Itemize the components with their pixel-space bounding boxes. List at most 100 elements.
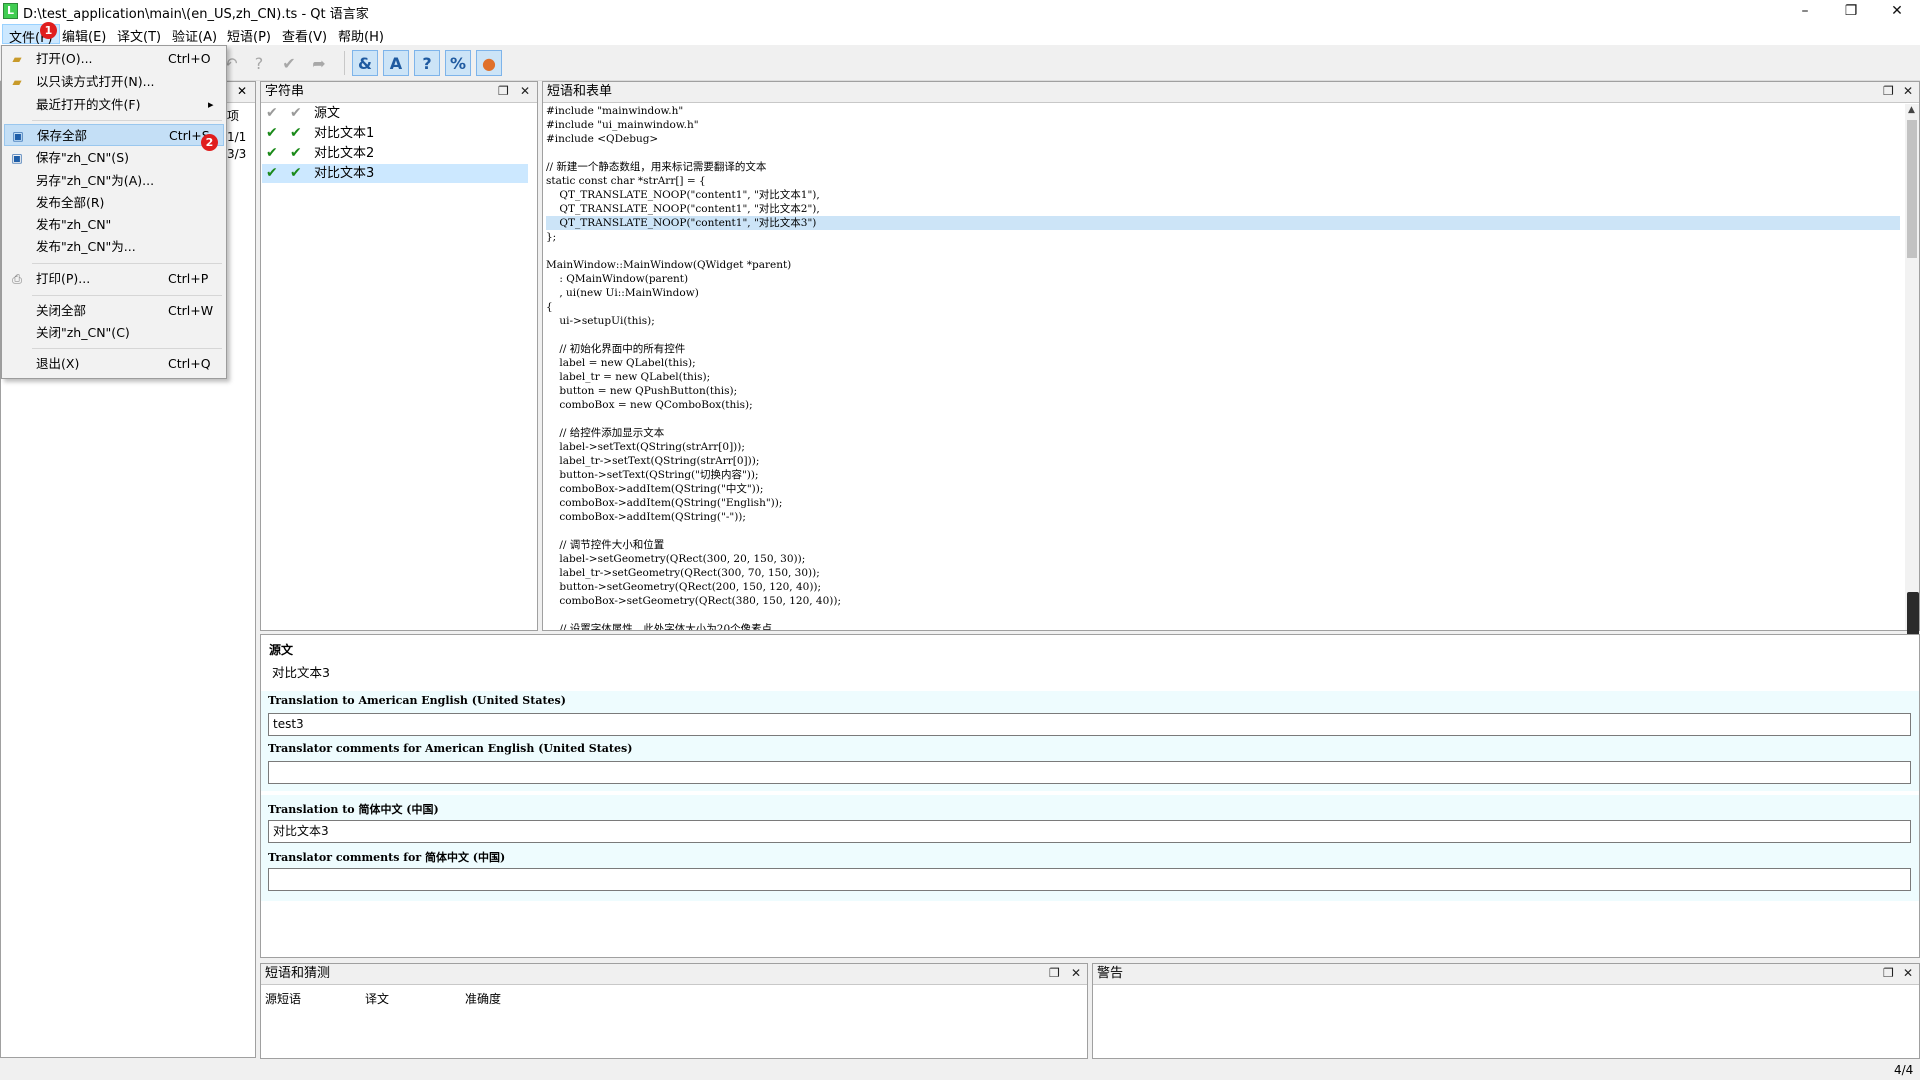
code-line: comboBox->addItem(QString("-")); xyxy=(546,511,746,523)
menu-item-save-zh-as[interactable]: 另存"zh_CN"为(A)... xyxy=(4,170,224,192)
menu-separator xyxy=(32,295,222,296)
string-row-3[interactable]: ✔ ✔ 对比文本3 xyxy=(262,164,528,183)
window-title: D:\test_application\main\(en_US,zh_CN).t… xyxy=(23,7,369,22)
code-line: #include "ui_mainwindow.h" xyxy=(546,119,699,131)
phrases-col-translation[interactable]: 译文 xyxy=(365,990,389,1007)
menu-item-release-zh-as[interactable]: 发布"zh_CN"为... xyxy=(4,236,224,258)
source-text: 对比文本3 xyxy=(272,665,330,680)
menu-item-label: 关闭全部 xyxy=(36,303,87,318)
menu-item-label: 保存"zh_CN"(S) xyxy=(36,150,129,165)
context-count-1: 1/1 xyxy=(227,130,247,144)
context-close-icon[interactable]: ✕ xyxy=(237,84,247,98)
menu-validation[interactable]: 验证(A) xyxy=(172,26,217,45)
file-menu-dropdown: ▰ 打开(O)... Ctrl+O ▰ 以只读方式打开(N)... 最近打开的文… xyxy=(1,45,227,379)
string-row-1[interactable]: ✔ ✔ 对比文本1 xyxy=(262,124,528,143)
scrollbar-thumb[interactable] xyxy=(1907,120,1917,258)
menu-separator xyxy=(32,120,222,121)
printer-icon: ⎙ xyxy=(12,272,22,286)
code-line: QT_TRANSLATE_NOOP("content1", "对比文本1"), xyxy=(546,189,820,201)
code-line: : QMainWindow(parent) xyxy=(546,273,689,285)
check-icon: ✔ xyxy=(290,105,302,121)
code-line: comboBox = new QComboBox(this); xyxy=(546,399,753,411)
phrases-panel: 短语和猜测 ❐ ✕ 源短语 译文 准确度 xyxy=(260,963,1088,1059)
menu-help[interactable]: 帮助(H) xyxy=(338,26,384,45)
place-markers-icon[interactable]: % xyxy=(445,50,471,76)
menu-item-shortcut: Ctrl+O xyxy=(168,51,211,66)
menu-item-recent-files[interactable]: 最近打开的文件(F) ▸ xyxy=(4,94,224,116)
submenu-arrow-icon: ▸ xyxy=(208,98,214,111)
comments-zh-field[interactable] xyxy=(268,868,1911,891)
status-count: 4/4 xyxy=(1894,1063,1914,1077)
phrases-close-icon[interactable]: ✕ xyxy=(1071,966,1081,980)
menu-item-close-all[interactable]: 关闭全部 Ctrl+W xyxy=(4,300,224,322)
scroll-up-icon[interactable]: ▲ xyxy=(1908,105,1915,115)
comments-en-field[interactable] xyxy=(268,761,1911,784)
done-next-icon[interactable]: ➦ xyxy=(306,50,332,76)
menu-item-close-zh[interactable]: 关闭"zh_CN"(C) xyxy=(4,322,224,344)
source-area xyxy=(261,635,1919,691)
accelerators-icon[interactable]: & xyxy=(352,50,378,76)
close-icon[interactable]: ✕ xyxy=(1874,0,1920,22)
menu-item-release-zh[interactable]: 发布"zh_CN" xyxy=(4,214,224,236)
translation-editor: 源文 对比文本3 Translation to American English… xyxy=(260,634,1920,958)
save-icon: ▣ xyxy=(11,151,23,165)
menu-item-release-all[interactable]: 发布全部(R) xyxy=(4,192,224,214)
sources-close-icon[interactable]: ✕ xyxy=(1903,84,1913,98)
code-line: button->setGeometry(QRect(200, 150, 120,… xyxy=(546,581,822,593)
surrounding-whitespace-icon[interactable]: ● xyxy=(476,50,502,76)
menu-translation[interactable]: 译文(T) xyxy=(117,26,161,45)
title-bar: L D:\test_application\main\(en_US,zh_CN)… xyxy=(0,0,1920,23)
code-line: #include "mainwindow.h" xyxy=(546,105,684,117)
menu-item-label: 打印(P)... xyxy=(36,271,91,286)
menu-edit[interactable]: 编辑(E) xyxy=(62,26,106,45)
ending-punctuation-icon[interactable]: A xyxy=(383,50,409,76)
string-row-2[interactable]: ✔ ✔ 对比文本2 xyxy=(262,144,528,163)
source-code-view: #include "mainwindow.h" #include "ui_main… xyxy=(546,104,1900,630)
code-line: // 新建一个静态数组，用来标记需要翻译的文本 xyxy=(546,161,767,173)
menu-item-open[interactable]: ▰ 打开(O)... Ctrl+O xyxy=(4,48,224,70)
menu-view[interactable]: 查看(V) xyxy=(282,26,327,45)
phrases-col-source[interactable]: 源短语 xyxy=(265,990,301,1007)
minimize-icon[interactable]: – xyxy=(1782,0,1828,22)
translation-en-field[interactable]: test3 xyxy=(268,713,1911,736)
menu-item-label: 最近打开的文件(F) xyxy=(36,97,141,112)
menu-item-print[interactable]: ⎙ 打印(P)... Ctrl+P xyxy=(4,268,224,290)
warnings-float-icon[interactable]: ❐ xyxy=(1883,966,1894,980)
code-line: QT_TRANSLATE_NOOP("content1", "对比文本3") xyxy=(546,216,1900,230)
sources-float-icon[interactable]: ❐ xyxy=(1883,84,1894,98)
sources-scrollbar[interactable]: ▲ xyxy=(1905,104,1919,630)
done-icon[interactable]: ✔ xyxy=(276,50,302,76)
code-line: label->setGeometry(QRect(300, 20, 150, 3… xyxy=(546,553,806,565)
menu-item-exit[interactable]: 退出(X) Ctrl+Q xyxy=(4,353,224,375)
toolbar: ↶ ? ✔ ➦ & A ? % ● xyxy=(0,45,1920,81)
folder-open-icon: ▰ xyxy=(12,52,22,66)
menu-item-save-zh[interactable]: ▣ 保存"zh_CN"(S) xyxy=(4,147,224,169)
restore-icon[interactable]: ❐ xyxy=(1828,0,1874,22)
translation-zh-field[interactable]: 对比文本3 xyxy=(268,820,1911,843)
menu-phrases[interactable]: 短语(P) xyxy=(227,26,271,45)
phrase-matches-icon[interactable]: ? xyxy=(414,50,440,76)
strings-header-row: ✔ ✔ 源文 xyxy=(262,104,528,123)
menu-item-open-readonly[interactable]: ▰ 以只读方式打开(N)... xyxy=(4,71,224,93)
warnings-close-icon[interactable]: ✕ xyxy=(1903,966,1913,980)
folder-open-icon: ▰ xyxy=(12,75,22,89)
strings-float-icon[interactable]: ❐ xyxy=(498,84,509,98)
menu-item-label: 保存全部 xyxy=(37,128,88,143)
phrases-col-accuracy[interactable]: 准确度 xyxy=(465,990,501,1007)
toolbar-separator xyxy=(344,51,345,75)
check-icon: ✔ xyxy=(290,125,302,141)
next-unfinished-icon[interactable]: ? xyxy=(246,50,272,76)
phrases-float-icon[interactable]: ❐ xyxy=(1049,966,1060,980)
context-col-partial: 项 xyxy=(227,109,240,123)
warnings-panel-title: 警告 xyxy=(1093,964,1919,985)
side-grip[interactable] xyxy=(1907,592,1919,636)
strings-close-icon[interactable]: ✕ xyxy=(520,84,530,98)
status-bar: 4/4 xyxy=(0,1060,1920,1080)
menu-item-save-all[interactable]: ▣ 保存全部 Ctrl+S xyxy=(4,124,224,146)
menu-item-label: 发布全部(R) xyxy=(36,195,105,210)
